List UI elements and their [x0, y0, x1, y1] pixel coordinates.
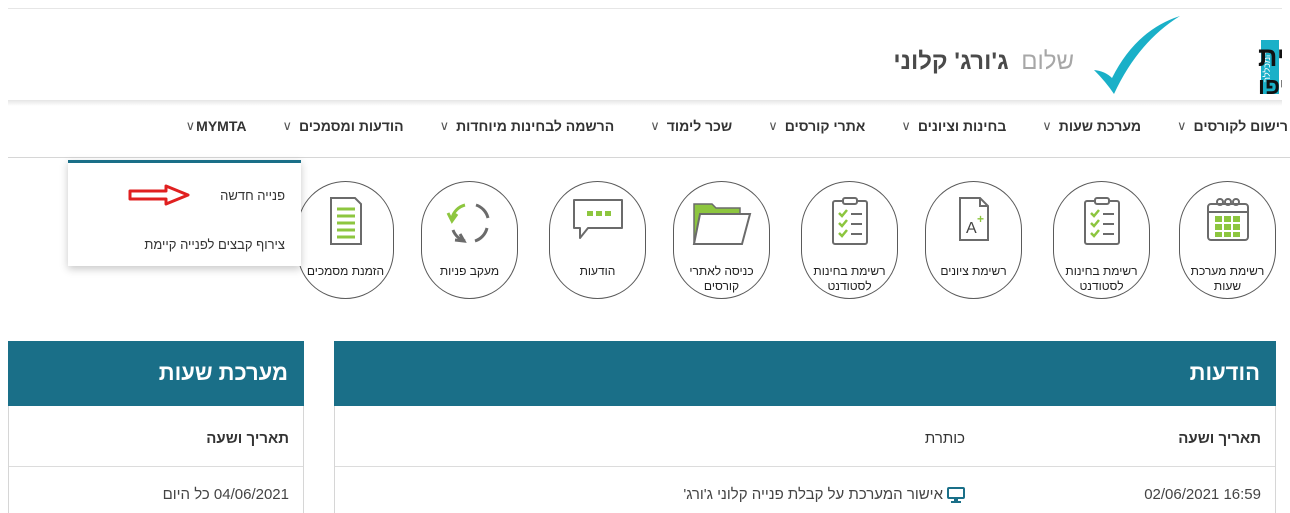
nav-tuition[interactable]: שכר לימוד ∨ [648, 118, 734, 134]
nav-item-label: הודעות ומסמכים [298, 118, 404, 134]
chevron-down-icon: ∨ [439, 118, 450, 133]
college-logo[interactable]: המכללה האקדמית תל־אביב-יפו [1072, 12, 1282, 100]
schedule-entry[interactable]: 04/06/2021 כל היום [163, 486, 289, 503]
calendar-icon [1204, 196, 1252, 249]
messages-panel-title: הודעות [334, 341, 1276, 406]
grade-document-icon: A + [957, 196, 991, 247]
dropdown-item-attach-files[interactable]: צירוף קבצים לפנייה קיימת [144, 237, 285, 252]
main-nav: רישום לקורסים ∨ מערכת שעות ∨ בחינות וציונים ∨… [150, 118, 1290, 158]
top-border [8, 8, 1282, 9]
quick-link-timetable[interactable]: רשימת מערכת שעות [1179, 181, 1276, 299]
logo-swoosh [1094, 16, 1180, 94]
nav-divider [8, 157, 1290, 158]
nav-course-registration[interactable]: רישום לקורסים ∨ [1175, 118, 1290, 134]
user-name[interactable]: ג'ורג' קלוני [893, 48, 1008, 75]
schedule-panel: תאריך ושעה 04/06/2021 כל היום [8, 406, 304, 513]
row-divider [335, 466, 1275, 467]
red-arrow-annotation-icon [128, 184, 190, 206]
greeting-prefix: שלום [1021, 48, 1074, 75]
header-shadow [8, 100, 1282, 106]
quick-link-grades[interactable]: A + רשימת ציונים [925, 181, 1022, 299]
nav-item-label: הרשמה לבחינות מיוחדות [456, 118, 615, 134]
refresh-cycle-icon [443, 196, 497, 255]
nav-special-exams[interactable]: הרשמה לבחינות מיוחדות ∨ [438, 118, 617, 134]
chevron-down-icon: ∨ [650, 118, 660, 133]
nav-mymta[interactable]: MYMTA ∨ [184, 118, 249, 134]
quick-link-exams-list-2[interactable]: רשימת בחינות לסטודנט [801, 181, 898, 299]
nav-exams-grades[interactable]: בחינות וציונים ∨ [899, 118, 1008, 134]
message-date: 16:59 02/06/2021 [1144, 486, 1261, 503]
chevron-down-icon: ∨ [901, 118, 911, 133]
quick-link-label: מעקב פניות [439, 264, 500, 278]
chevron-down-icon: ∨ [1177, 118, 1187, 133]
folder-icon [692, 196, 752, 253]
quick-link-label: הזמנת מסמכים [306, 264, 385, 278]
svg-text:A: A [966, 220, 977, 237]
chat-bubble-icon [570, 196, 626, 247]
messages-col-date: תאריך ושעה [1178, 430, 1261, 447]
logo-line-2: תל־אביב-יפו [1258, 73, 1282, 99]
row-divider [9, 466, 303, 467]
quick-link-label: רשימת ציונים [940, 264, 1007, 278]
dropdown-item-new-request[interactable]: פנייה חדשה [220, 188, 285, 203]
nav-messages-documents[interactable]: הודעות ומסמכים ∨ [280, 118, 405, 134]
document-list-icon [328, 196, 364, 251]
quick-link-label: רשימת מערכת שעות [1190, 264, 1265, 293]
schedule-col-date: תאריך ושעה [206, 430, 289, 447]
message-subject-text[interactable]: אישור המערכת על קבלת פנייה קלוני ג'ורג' [683, 486, 943, 503]
nav-course-sites[interactable]: אתרי קורסים ∨ [766, 118, 867, 134]
clipboard-checklist-icon [830, 196, 870, 251]
quick-link-requests-tracking[interactable]: מעקב פניות [421, 181, 518, 299]
quick-link-course-sites[interactable]: כניסה לאתרי קורסים [673, 181, 770, 299]
clipboard-checklist-icon [1082, 196, 1122, 251]
quick-link-order-documents[interactable]: הזמנת מסמכים [297, 181, 394, 299]
mymta-dropdown-menu: פנייה חדשה צירוף קבצים לפנייה קיימת [68, 160, 301, 266]
chevron-down-icon: ∨ [185, 118, 196, 133]
quick-link-label: כניסה לאתרי קורסים [689, 264, 754, 293]
quick-link-exams-list[interactable]: רשימת בחינות לסטודנט [1053, 181, 1150, 299]
nav-item-label: MYMTA [196, 118, 247, 134]
logo-line-1: האקדמית [1258, 42, 1282, 72]
nav-item-label: רישום לקורסים [1193, 118, 1288, 134]
greeting: שלום ג'ורג' קלוני [893, 48, 1074, 76]
site-header: שלום ג'ורג' קלוני המכללה האקדמית תל־אביב… [8, 10, 1282, 102]
nav-item-label: בחינות וציונים [917, 118, 1007, 134]
messages-col-subject: כותרת [924, 430, 965, 447]
schedule-panel-title: מערכת שעות [8, 341, 304, 406]
chevron-down-icon: ∨ [282, 118, 292, 133]
monitor-icon [947, 486, 965, 503]
nav-item-label: שכר לימוד [666, 118, 733, 134]
quick-link-label: רשימת בחינות לסטודנט [1065, 264, 1138, 293]
chevron-down-icon: ∨ [768, 118, 778, 133]
quick-link-messages[interactable]: הודעות [549, 181, 646, 299]
quick-link-label: הודעות [579, 264, 616, 278]
quick-link-label: רשימת בחינות לסטודנט [813, 264, 886, 293]
nav-item-label: אתרי קורסים [784, 118, 866, 134]
nav-timetable[interactable]: מערכת שעות ∨ [1040, 118, 1143, 134]
nav-item-label: מערכת שעות [1058, 118, 1142, 134]
chevron-down-icon: ∨ [1042, 118, 1052, 133]
message-subject[interactable]: אישור המערכת על קבלת פנייה קלוני ג'ורג' [683, 486, 965, 503]
svg-text:+: + [977, 212, 984, 226]
messages-panel: תאריך ושעה כותרת 16:59 02/06/2021 אישור … [334, 406, 1276, 513]
